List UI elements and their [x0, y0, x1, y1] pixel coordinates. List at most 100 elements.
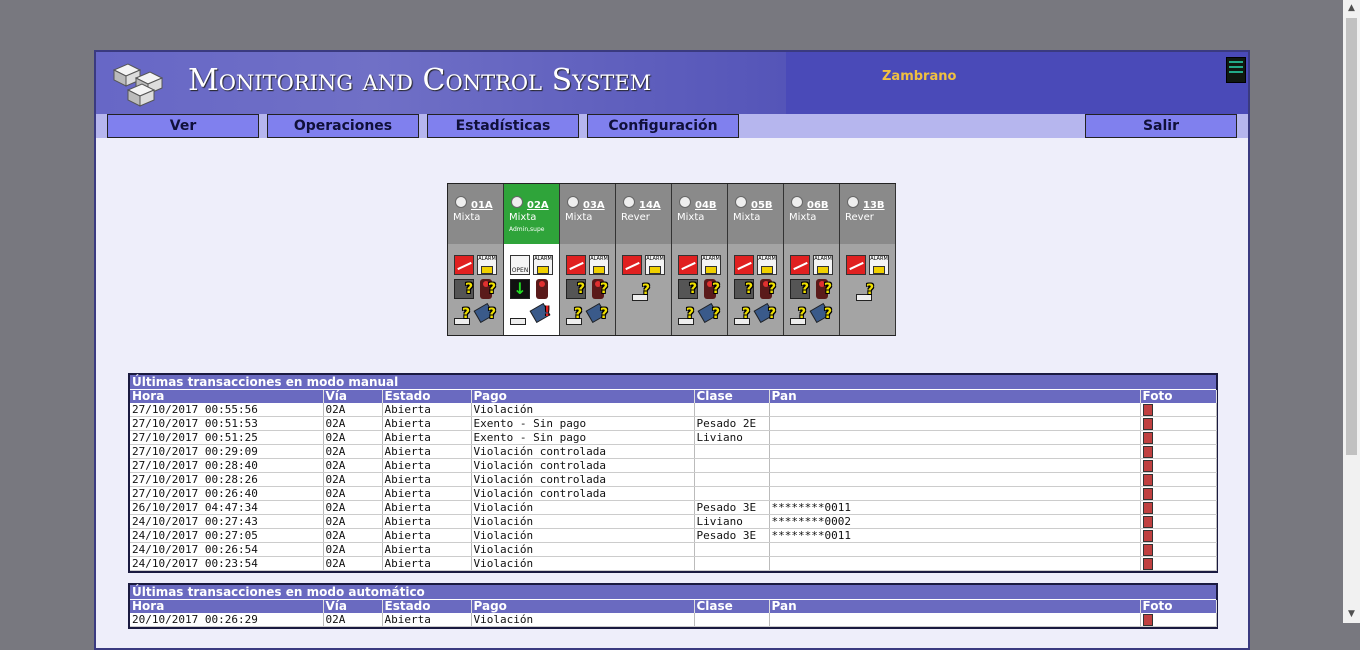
alarm-icon[interactable]: ALARM — [589, 255, 609, 275]
lane-code-link[interactable]: 13B — [863, 200, 885, 211]
table-cell: Pesado 2E — [694, 416, 770, 431]
menu-ver-button[interactable]: Ver — [107, 114, 259, 138]
column-header: Pago — [471, 600, 695, 613]
barrier-open-icon[interactable]: OPEN — [510, 255, 530, 275]
lane-select-radio[interactable] — [567, 196, 579, 208]
table-cell: Pesado 3E — [694, 500, 770, 515]
menu-operaciones-button[interactable]: Operaciones — [267, 114, 419, 138]
alarm-icon[interactable]: ALARM — [645, 255, 665, 275]
table-cell: 02A — [323, 486, 383, 501]
barrier-closed-icon[interactable] — [454, 255, 474, 275]
photo-icon[interactable] — [1142, 614, 1153, 626]
manual-transactions-table: Últimas transacciones en modo manual Hor… — [128, 373, 1218, 573]
column-header: Foto — [1140, 390, 1217, 403]
lane-01A[interactable]: 01A Mixta ALARM???? — [448, 184, 504, 335]
lane-select-radio[interactable] — [847, 196, 859, 208]
logo-boxes-icon — [112, 63, 164, 107]
menu-estadisticas-button[interactable]: Estadísticas — [427, 114, 579, 138]
lane-status-panel: 01A Mixta ALARM???? 02A Mixta Admin,supe… — [447, 183, 896, 336]
lane-14A[interactable]: 14A Rever ALARM? — [616, 184, 672, 335]
barrier-closed-icon[interactable] — [678, 255, 698, 275]
lane-04B[interactable]: 04B Mixta ALARM???? — [672, 184, 728, 335]
menu-salir-button[interactable]: Salir — [1085, 114, 1237, 138]
table-cell: 24/10/2017 00:23:54 — [130, 556, 324, 571]
alarm-icon[interactable]: ALARM — [477, 255, 497, 275]
alarm-icon[interactable]: ALARM — [533, 255, 553, 275]
column-header: Clase — [694, 600, 770, 613]
photo-icon[interactable] — [1142, 558, 1153, 570]
table-cell: 02A — [323, 500, 383, 515]
table-cell: 24/10/2017 00:26:54 — [130, 542, 324, 557]
lane-mode: Mixta — [733, 212, 761, 223]
lane-open-arrow-icon[interactable]: ↓ — [510, 279, 530, 299]
lane-05B[interactable]: 05B Mixta ALARM???? — [728, 184, 784, 335]
photo-icon[interactable] — [1142, 516, 1153, 528]
photo-icon[interactable] — [1142, 460, 1153, 472]
foto-cell — [1140, 556, 1217, 571]
barrier-closed-icon[interactable] — [622, 255, 642, 275]
lane-13B[interactable]: 13B Rever ALARM? — [840, 184, 896, 335]
photo-icon[interactable] — [1142, 404, 1153, 416]
column-header: Vía — [323, 390, 383, 403]
lane-code-link[interactable]: 03A — [583, 200, 605, 211]
unknown-status-icon: ? — [488, 306, 497, 322]
alarm-icon[interactable]: ALARM — [757, 255, 777, 275]
lane-code-link[interactable]: 05B — [751, 200, 773, 211]
barrier-closed-icon[interactable] — [790, 255, 810, 275]
menu-configuracion-button[interactable]: Configuración — [587, 114, 739, 138]
photo-icon[interactable] — [1142, 432, 1153, 444]
photo-icon[interactable] — [1142, 488, 1153, 500]
table-cell: Abierta — [382, 458, 472, 473]
table-cell — [769, 416, 1141, 431]
scroll-down-arrow-icon[interactable]: ▼ — [1343, 606, 1360, 623]
barrier-closed-icon[interactable] — [846, 255, 866, 275]
lane-header: 01A Mixta — [448, 184, 503, 244]
alarm-icon[interactable]: ALARM — [701, 255, 721, 275]
photo-icon[interactable] — [1142, 418, 1153, 430]
photo-icon[interactable] — [1142, 502, 1153, 514]
lane-02A[interactable]: 02A Mixta Admin,supe OPEN ALARM ↓! — [504, 184, 560, 335]
alarm-icon[interactable]: ALARM — [869, 255, 889, 275]
lane-code-link[interactable]: 14A — [639, 200, 661, 211]
scrollbar-thumb[interactable] — [1346, 18, 1357, 455]
lane-code-link[interactable]: 04B — [695, 200, 717, 211]
table-cell — [769, 556, 1141, 571]
photo-icon[interactable] — [1142, 474, 1153, 486]
table-cell: 02A — [323, 514, 383, 529]
alarm-label: ALARM — [534, 256, 552, 262]
photo-icon[interactable] — [1142, 530, 1153, 542]
table-cell: Violación controlada — [471, 458, 695, 473]
lane-mode: Mixta — [509, 212, 537, 223]
lane-code-link[interactable]: 02A — [527, 200, 549, 211]
traffic-light-icon[interactable] — [536, 279, 548, 299]
lane-03A[interactable]: 03A Mixta ALARM???? — [560, 184, 616, 335]
lane-select-radio[interactable] — [455, 196, 467, 208]
photo-icon[interactable] — [1142, 446, 1153, 458]
table-cell: 27/10/2017 00:28:26 — [130, 472, 324, 487]
alarm-icon[interactable]: ALARM — [813, 255, 833, 275]
table-cell: 02A — [323, 472, 383, 487]
table-cell: 02A — [323, 444, 383, 459]
scroll-up-arrow-icon[interactable]: ▲ — [1343, 0, 1360, 17]
barrier-closed-icon[interactable] — [566, 255, 586, 275]
table-cell — [694, 403, 770, 417]
lane-select-radio[interactable] — [791, 196, 803, 208]
lane-select-radio[interactable] — [679, 196, 691, 208]
lane-code-link[interactable]: 06B — [807, 200, 829, 211]
photo-icon[interactable] — [1142, 544, 1153, 556]
unknown-status-icon: ? — [465, 281, 474, 297]
lane-code-link[interactable]: 01A — [471, 200, 493, 211]
unknown-status-icon: ? — [488, 281, 497, 297]
barrier-closed-icon[interactable] — [734, 255, 754, 275]
table-row: 20/10/2017 00:26:29 02A Abierta Violación — [130, 613, 1217, 627]
unknown-status-icon: ? — [866, 282, 875, 298]
lane-select-radio[interactable] — [735, 196, 747, 208]
column-header: Estado — [382, 600, 472, 613]
lane-06B[interactable]: 06B Mixta ALARM???? — [784, 184, 840, 335]
lane-select-radio[interactable] — [511, 196, 523, 208]
vertical-scrollbar[interactable]: ▲ ▼ — [1343, 0, 1360, 623]
table-row: 27/10/2017 00:26:40 02A Abierta Violación c… — [130, 486, 1217, 501]
column-header: Hora — [130, 600, 324, 613]
lane-select-radio[interactable] — [623, 196, 635, 208]
table-cell — [694, 444, 770, 459]
